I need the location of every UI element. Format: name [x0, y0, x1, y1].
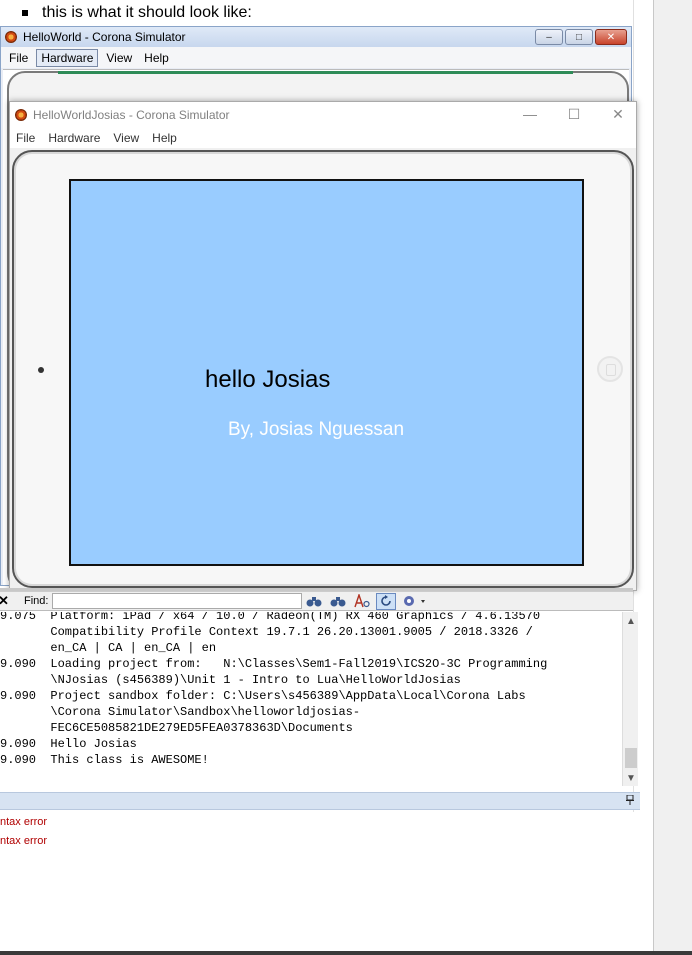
front-menu-file[interactable]: File: [16, 131, 35, 145]
console-scrollbar[interactable]: ▲ ▼: [622, 612, 638, 786]
console-line: 9.090 Hello Josias: [0, 737, 137, 751]
back-menu-bar: File Hardware View Help: [1, 47, 631, 68]
front-menu-view[interactable]: View: [113, 131, 139, 145]
corona-app-icon: [15, 109, 27, 121]
back-maximize-button[interactable]: □: [565, 29, 593, 45]
front-maximize-button[interactable]: ☐: [566, 106, 582, 123]
byline-text: By, Josias Nguessan: [228, 419, 405, 440]
front-window-content: hello Josias By, Josias Nguessan: [10, 148, 636, 590]
console-line: en_CA | CA | en_CA | en: [0, 641, 217, 655]
back-title-bar[interactable]: HelloWorld - Corona Simulator – □ ✕: [1, 27, 631, 47]
wrap-search-icon[interactable]: [376, 592, 397, 610]
back-menu-help[interactable]: Help: [140, 50, 173, 66]
scroll-thumb[interactable]: [625, 748, 637, 768]
front-close-button[interactable]: ✕: [610, 106, 626, 123]
find-close-icon[interactable]: ✕: [0, 593, 12, 609]
find-bar: ✕ Find:: [0, 591, 633, 611]
front-simulator-window[interactable]: HelloWorldJosias - Corona Simulator — ☐ …: [9, 101, 637, 591]
front-menu-bar: File Hardware View Help: [10, 128, 636, 148]
console-line: 9.090 Project sandbox folder: C:\Users\s…: [0, 689, 526, 703]
console-line: \Corona Simulator\Sandbox\helloworldjosi…: [0, 705, 361, 719]
pin-icon[interactable]: [626, 794, 634, 808]
back-close-button[interactable]: ✕: [595, 29, 627, 45]
find-next-icon[interactable]: [304, 593, 324, 610]
device-screen[interactable]: hello Josias By, Josias Nguessan: [69, 179, 584, 566]
front-menu-help[interactable]: Help: [152, 131, 177, 145]
error-item[interactable]: ntax error: [0, 835, 47, 847]
error-list: ntax error ntax error: [0, 812, 640, 952]
scroll-down-icon[interactable]: ▼: [626, 773, 636, 784]
console-line: Compatibility Profile Context 19.7.1 26.…: [0, 625, 533, 639]
taskbar-edge: [0, 951, 692, 955]
error-pane-header: [0, 792, 640, 810]
front-window-title: HelloWorldJosias - Corona Simulator: [33, 108, 230, 122]
find-options-gear-icon[interactable]: [400, 593, 430, 610]
camera-icon: [38, 367, 44, 373]
back-menu-view[interactable]: View: [102, 50, 136, 66]
front-menu-hardware[interactable]: Hardware: [48, 131, 100, 145]
front-minimize-button[interactable]: —: [522, 106, 538, 123]
console-line: \NJosias (s456389)\Unit 1 - Intro to Lua…: [0, 673, 461, 687]
bullet-text: this is what it should look like:: [42, 4, 252, 21]
back-screen-edge: [58, 71, 573, 74]
scroll-up-icon[interactable]: ▲: [626, 616, 636, 627]
match-case-icon[interactable]: [352, 593, 372, 610]
console-line: 9.090 This class is AWESOME!: [0, 753, 209, 767]
find-label: Find:: [24, 595, 49, 607]
corona-app-icon: [5, 31, 17, 43]
find-input[interactable]: [52, 593, 303, 609]
front-title-bar[interactable]: HelloWorldJosias - Corona Simulator — ☐ …: [10, 102, 636, 128]
back-menu-hardware[interactable]: Hardware: [36, 48, 99, 67]
home-button-icon[interactable]: [597, 356, 623, 382]
console-line: 9.090 Loading project from: N:\Classes\S…: [0, 657, 548, 671]
console-line: 9.075 Platform: iPad / x64 / 10.0 / Rade…: [0, 612, 541, 623]
window-edge: [653, 0, 692, 955]
console-line: FEC6CE5085821DE279ED5FEA0378363D\Documen…: [0, 721, 353, 735]
find-previous-icon[interactable]: [328, 593, 348, 610]
back-minimize-button[interactable]: –: [535, 29, 563, 45]
console-output[interactable]: 9.075 Platform: iPad / x64 / 10.0 / Rade…: [0, 612, 622, 786]
hello-text: hello Josias: [205, 366, 331, 393]
bullet-item: this is what it should look like:: [22, 4, 252, 22]
bullet-marker: [22, 10, 28, 16]
error-item[interactable]: ntax error: [0, 816, 47, 828]
back-window-title: HelloWorld - Corona Simulator: [23, 30, 186, 44]
back-menu-file[interactable]: File: [5, 50, 32, 66]
ipad-device-frame: hello Josias By, Josias Nguessan: [12, 150, 634, 588]
